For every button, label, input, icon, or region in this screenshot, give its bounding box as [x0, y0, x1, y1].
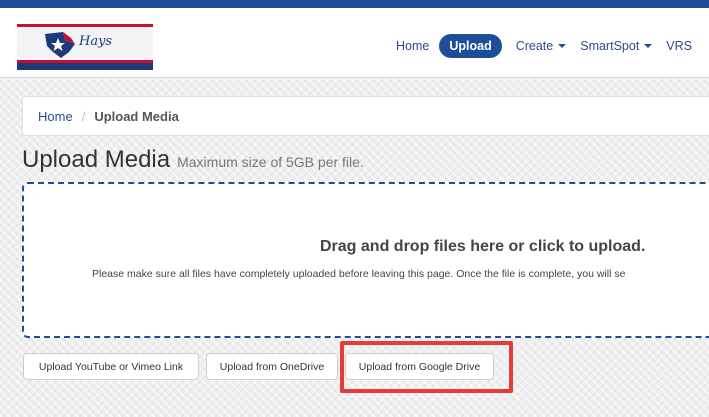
page-header: Upload Media Maximum size of 5GB per fil… [22, 146, 364, 174]
breadcrumb: Home / Upload Media [22, 96, 709, 136]
hays-logo[interactable]: Hays [17, 24, 153, 70]
page-title: Upload Media [22, 146, 171, 173]
breadcrumb-current: Upload Media [94, 108, 179, 124]
upload-youtube-vimeo-button[interactable]: Upload YouTube or Vimeo Link [23, 353, 199, 380]
nav-vrs[interactable]: VRS [666, 34, 692, 58]
page-subtitle: Maximum size of 5GB per file. [177, 154, 364, 170]
main-nav: Home Upload Create SmartSpot VRS [396, 34, 706, 58]
navbar: Hays Home Upload Create SmartSpot VRS [0, 8, 709, 78]
nav-create[interactable]: Create [516, 34, 567, 58]
nav-vrs-label: VRS [666, 39, 692, 53]
logo-text: Hays [79, 34, 113, 49]
upload-dropzone[interactable]: Drag and drop files here or click to upl… [22, 182, 709, 338]
logo-blue-stripe [17, 63, 153, 70]
nav-home-label: Home [396, 39, 430, 53]
chevron-down-icon [644, 44, 653, 48]
nav-smartspot-label: SmartSpot [580, 39, 640, 53]
upload-onedrive-button[interactable]: Upload from OneDrive [206, 353, 338, 380]
nav-home[interactable]: Home [396, 34, 429, 58]
breadcrumb-home[interactable]: Home [38, 109, 73, 124]
texas-star-icon [45, 32, 75, 58]
dropzone-message: Drag and drop files here or click to upl… [320, 238, 646, 255]
nav-upload[interactable]: Upload [439, 34, 502, 58]
nav-upload-label: Upload [449, 39, 492, 53]
breadcrumb-separator: / [81, 108, 86, 124]
chevron-down-icon [558, 44, 567, 48]
nav-smartspot[interactable]: SmartSpot [580, 34, 653, 58]
upload-google-drive-button[interactable]: Upload from Google Drive [345, 353, 494, 380]
dropzone-note: Please make sure all files have complete… [92, 268, 626, 280]
top-accent-bar [0, 0, 709, 8]
nav-create-label: Create [515, 39, 554, 53]
